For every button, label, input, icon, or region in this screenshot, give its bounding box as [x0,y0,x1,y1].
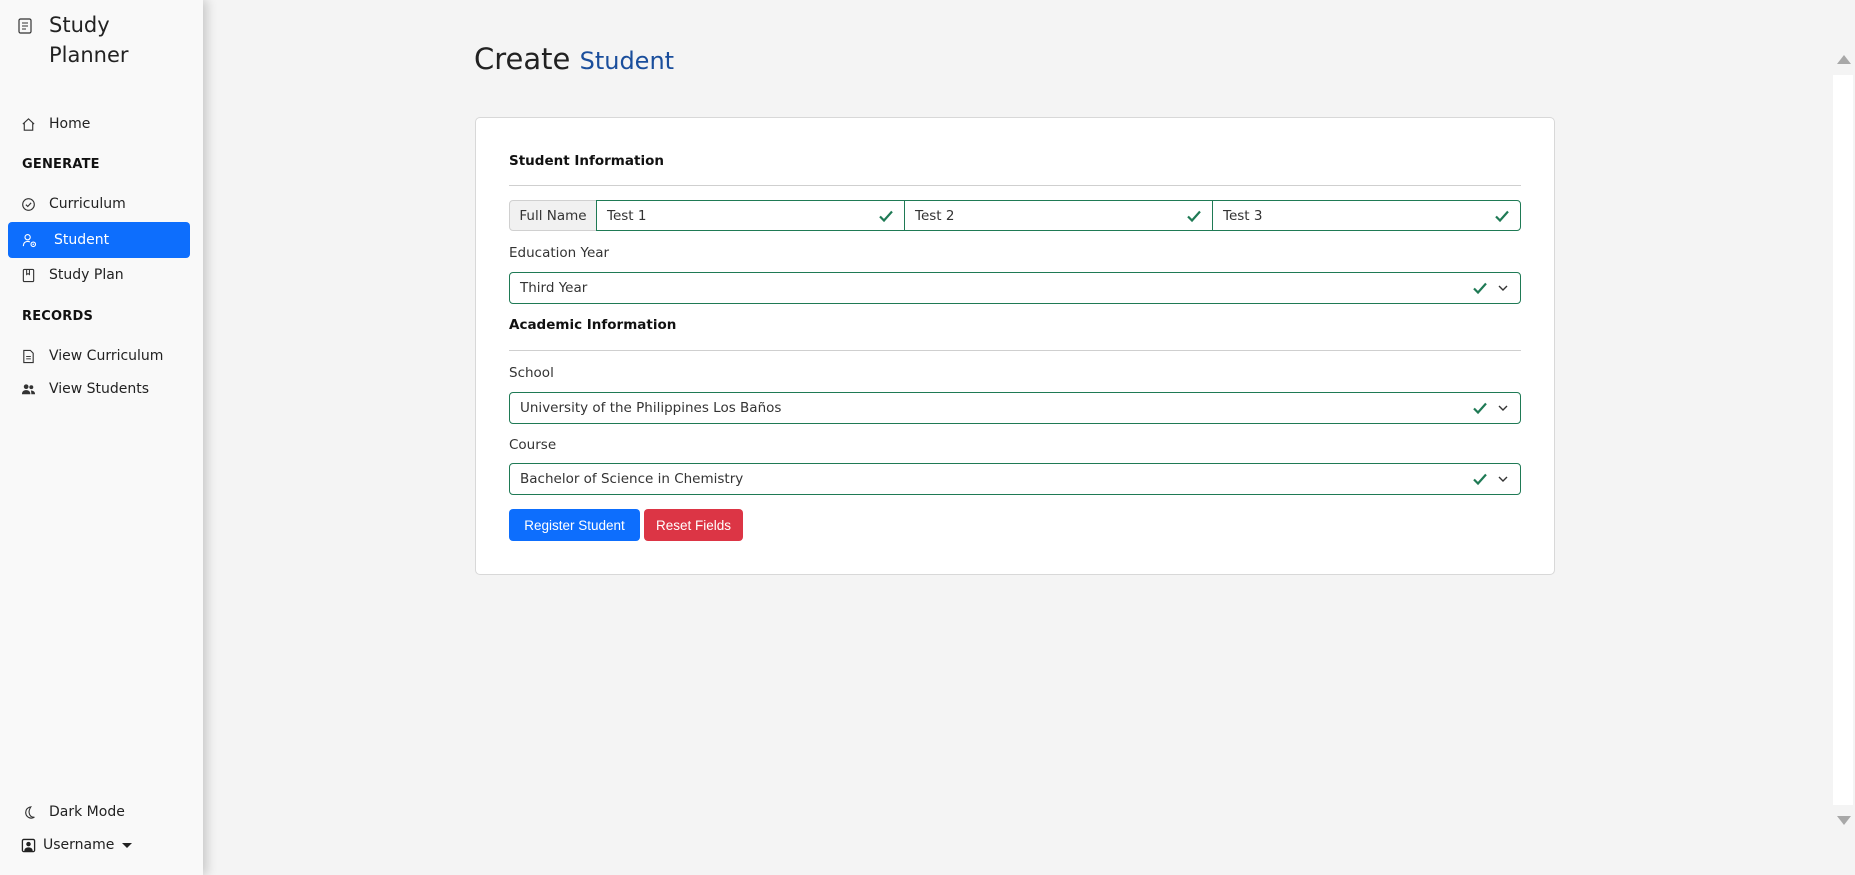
middle-name-value: Test 2 [915,207,955,224]
page-scrollbar[interactable] [1831,45,1855,835]
chevron-down-icon [1498,285,1508,291]
caret-down-icon [122,842,133,848]
sidebar-item-label: Study Plan [49,267,124,283]
page-title-main: Create [474,42,571,76]
sidebar-item-student[interactable]: Student [8,222,190,258]
sidebar-item-home[interactable]: Home [8,107,190,141]
valid-check-icon [1473,473,1487,486]
school-select[interactable]: University of the Philippines Los Baños [509,392,1521,424]
journal-icon [22,268,35,282]
sidebar-item-view-students[interactable]: View Students [8,372,190,406]
brand[interactable]: Study Planner [18,10,159,70]
sidebar-item-label: View Curriculum [49,348,164,364]
check-circle-icon [22,197,35,211]
course-select[interactable]: Bachelor of Science in Chemistry [509,463,1521,495]
divider [509,350,1521,351]
valid-check-icon [1495,210,1509,223]
academic-information-heading: Academic Information [509,317,677,333]
scroll-up-arrow-icon[interactable] [1837,55,1851,64]
person-square-icon [21,838,36,852]
reset-fields-button[interactable]: Reset Fields [644,509,743,541]
student-information-heading: Student Information [509,153,664,169]
scroll-track[interactable] [1833,75,1853,805]
chevron-down-icon [1498,476,1508,482]
sidebar-item-label: View Students [49,381,150,397]
full-name-group: Full Name Test 1 Test 2 Test 3 [509,200,1521,231]
education-year-select[interactable]: Third Year [509,272,1521,304]
brand-title: Study Planner [49,13,129,67]
sidebar-item-study-plan[interactable]: Study Plan [8,258,190,292]
chevron-down-icon [1498,405,1508,411]
scroll-down-arrow-icon[interactable] [1837,816,1851,825]
sidebar-item-label: Student [54,232,110,248]
valid-check-icon [879,210,893,223]
first-name-input[interactable]: Test 1 [596,200,905,231]
page-title: Create Student [474,42,674,76]
first-name-value: Test 1 [607,207,647,224]
school-value: University of the Philippines Los Baños [520,400,782,416]
full-name-label: Full Name [509,200,597,231]
last-name-value: Test 3 [1223,207,1263,224]
section-heading-generate: GENERATE [22,157,100,172]
school-label: School [509,365,554,381]
sidebar-item-view-curriculum[interactable]: View Curriculum [8,339,190,373]
home-icon [22,117,35,131]
username-label: Username [43,837,115,853]
education-year-value: Third Year [520,280,588,296]
sidebar: Study Planner Home GENERATE Curriculum S… [0,0,203,875]
course-value: Bachelor of Science in Chemistry [520,471,744,487]
valid-check-icon [1187,210,1201,223]
notebook-icon [18,18,32,34]
sidebar-item-label: Dark Mode [49,804,125,820]
register-student-button[interactable]: Register Student [509,509,640,541]
dark-mode-toggle[interactable]: Dark Mode [8,795,190,829]
section-heading-records: RECORDS [22,309,94,324]
people-icon [21,383,36,394]
middle-name-input[interactable]: Test 2 [904,200,1213,231]
file-text-icon [23,349,34,363]
divider [509,185,1521,186]
user-menu[interactable]: Username [8,828,190,862]
sidebar-item-label: Home [49,116,91,132]
page-title-accent: Student [579,47,675,75]
valid-check-icon [1473,282,1487,295]
course-label: Course [509,437,557,453]
last-name-input[interactable]: Test 3 [1212,200,1521,231]
sidebar-item-label: Curriculum [49,196,126,212]
person-gear-icon [22,233,37,247]
valid-check-icon [1473,402,1487,415]
student-form-card: Student Information Full Name Test 1 Tes… [475,117,1555,575]
sidebar-item-curriculum[interactable]: Curriculum [8,187,190,221]
education-year-label: Education Year [509,245,610,261]
moon-icon [25,805,35,819]
